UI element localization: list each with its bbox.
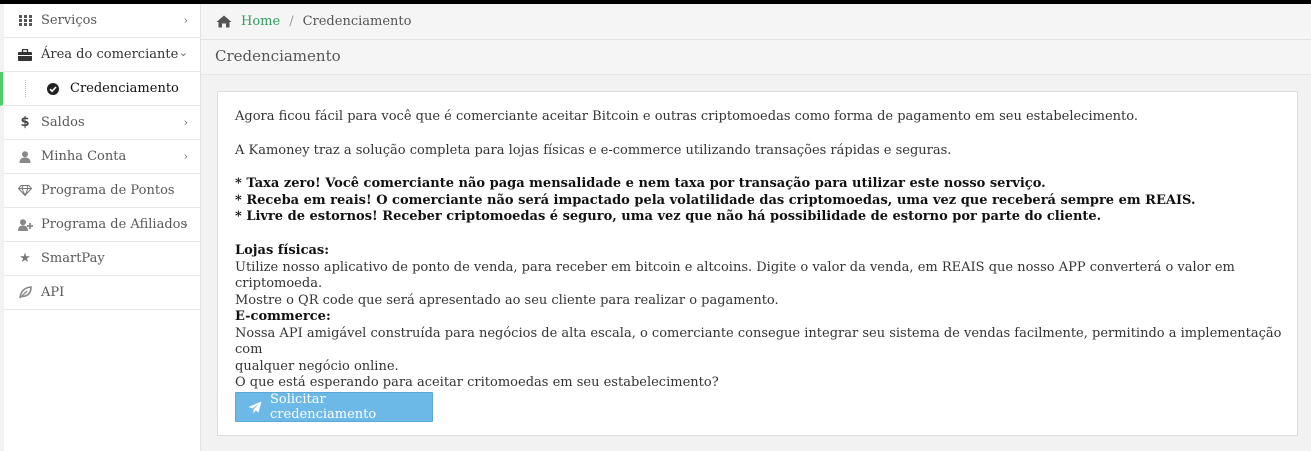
sidebar-item-api[interactable]: API [4, 276, 200, 310]
sidebar-item-programa-de-afiliados[interactable]: Programa de Afiliados › [4, 208, 200, 242]
sidebar-item-label: Credenciamento [70, 81, 179, 96]
sidebar-subitem-credenciamento[interactable]: Credenciamento [0, 72, 200, 106]
sidebar-item-servicos[interactable]: Serviços › [4, 4, 200, 38]
sidebar-item-smartpay[interactable]: ★ SmartPay [4, 242, 200, 276]
user-icon [17, 150, 33, 163]
sidebar-item-saldos[interactable]: $ Saldos › [4, 106, 200, 140]
user-plus-icon [17, 218, 33, 231]
breadcrumb: Home / Credenciamento [201, 4, 1311, 40]
sidebar-item-label: Área do comerciante [41, 47, 179, 62]
home-icon[interactable] [216, 15, 232, 28]
section-title: Lojas físicas: [235, 243, 330, 258]
section-text: qualquer negócio online. [235, 358, 399, 374]
briefcase-icon [17, 48, 33, 61]
solicitar-credenciamento-button[interactable]: Solicitar credenciamento [235, 392, 433, 422]
sidebar-item-label: Programa de Pontos [41, 183, 175, 198]
chevron-right-icon: › [183, 116, 188, 129]
sidebar-item-label: Programa de Afiliados [41, 217, 188, 232]
check-circle-icon [47, 82, 61, 95]
button-label: Solicitar credenciamento [270, 392, 377, 422]
diamond-icon [17, 185, 33, 196]
section-text: Mostre o QR code que será apresentado ao… [235, 292, 779, 308]
section-text: Utilize nosso aplicativo de ponto de ven… [235, 259, 1235, 292]
paper-plane-icon [248, 401, 262, 414]
section-text: O que está esperando para aceitar critom… [235, 375, 719, 390]
intro-paragraph-2: A Kamoney traz a solução completa para l… [235, 143, 952, 158]
section-title: E-commerce: [235, 309, 331, 324]
sidebar: Serviços › Área do comerciante ⌄ Credenc… [0, 4, 201, 451]
page-title: Credenciamento [215, 47, 341, 65]
benefit-item: * Receba em reais! O comerciante não ser… [235, 192, 1196, 208]
sidebar-item-minha-conta[interactable]: Minha Conta › [4, 140, 200, 174]
section-text: Nossa API amigável construída para negóc… [235, 325, 1282, 358]
benefit-item: * Taxa zero! Você comerciante não paga m… [235, 176, 1046, 191]
benefits-list: * Taxa zero! Você comerciante não paga m… [235, 176, 1285, 226]
chevron-right-icon: › [183, 14, 188, 27]
ecommerce-section: E-commerce: Nossa API amigável construíd… [235, 309, 1285, 392]
grid-icon [17, 15, 33, 26]
sidebar-item-programa-de-pontos[interactable]: Programa de Pontos [4, 174, 200, 208]
leaf-icon [17, 286, 33, 299]
sidebar-item-label: Serviços [41, 13, 98, 28]
tree-connector [25, 80, 26, 97]
sidebar-item-label: API [41, 285, 65, 300]
breadcrumb-current: Credenciamento [302, 14, 412, 29]
benefit-item: * Livre de estornos! Receber criptomoeda… [235, 209, 1102, 224]
dollar-icon: $ [20, 115, 30, 130]
sidebar-item-label: Saldos [41, 115, 85, 130]
sidebar-item-area-do-comerciante[interactable]: Área do comerciante ⌄ [4, 38, 200, 72]
lojas-fisicas-section: Lojas físicas: Utilize nosso aplicativo … [235, 243, 1285, 309]
breadcrumb-separator: / [289, 14, 294, 29]
chevron-down-icon: ⌄ [178, 46, 188, 59]
sidebar-item-label: Minha Conta [41, 149, 127, 164]
star-icon: ★ [19, 251, 31, 266]
chevron-right-icon: › [183, 150, 188, 163]
content-panel: Agora ficou fácil para você que é comerc… [217, 91, 1298, 436]
chevron-right-icon: › [183, 218, 188, 231]
breadcrumb-home-link[interactable]: Home [241, 14, 280, 29]
page-header: Credenciamento [201, 40, 1311, 75]
intro-paragraph-1: Agora ficou fácil para você que é comerc… [235, 109, 1138, 124]
sidebar-item-label: SmartPay [41, 251, 105, 266]
